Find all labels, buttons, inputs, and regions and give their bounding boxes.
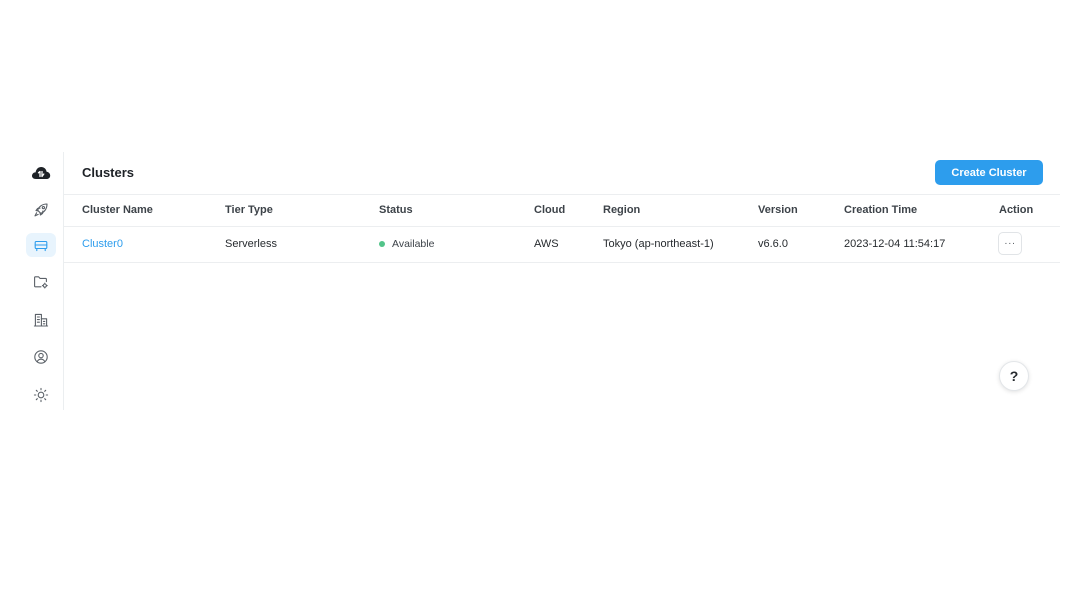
nav-clusters[interactable] [26,233,56,257]
status-cell: Available [379,226,434,262]
divider [64,262,1060,263]
nav-account[interactable] [26,345,56,369]
column-header-cluster-name[interactable]: Cluster Name [82,192,153,228]
column-header-status[interactable]: Status [379,192,413,228]
building-icon [33,313,49,327]
main-content: Clusters Create Cluster Cluster Name Tie… [64,152,1060,410]
nav-getting-started[interactable] [26,198,56,222]
tier-type-cell: Serverless [225,238,277,250]
column-header-action: Action [999,204,1034,216]
nav-projects[interactable] [26,270,56,294]
status-dot-icon [379,241,385,247]
create-cluster-button[interactable]: Create Cluster [935,160,1043,185]
sidebar-nav [20,152,64,410]
page-title: Clusters [82,165,135,180]
user-circle-icon [34,350,48,364]
row-actions-button[interactable]: ··· [998,232,1022,255]
table-header-row: Cluster Name Tier Type Status Cloud Regi… [64,192,1060,228]
nav-organization[interactable] [26,308,56,332]
logo[interactable] [26,161,56,185]
folder-settings-icon [34,276,48,289]
column-header-creation-time[interactable]: Creation Time [844,192,917,228]
cluster-icon [34,240,48,252]
cloud-cell: AWS [534,238,559,250]
table-row: Cluster0 Serverless Available AWS Tokyo … [64,226,1060,262]
column-header-tier-type[interactable]: Tier Type [225,192,273,228]
nav-theme-toggle[interactable] [26,383,56,407]
version-cell: v6.6.0 [758,238,788,250]
cloud-logo-icon [31,167,51,179]
help-button[interactable]: ? [999,361,1029,391]
region-cell: Tokyo (ap-northeast-1) [603,238,714,250]
rocket-icon [34,203,48,217]
column-header-region[interactable]: Region [603,192,640,228]
status-badge: Available [392,238,435,250]
column-header-version[interactable]: Version [758,192,798,228]
creation-time-cell: 2023-12-04 11:54:17 [844,238,946,250]
sun-icon [33,387,49,403]
cluster-name-link[interactable]: Cluster0 [82,226,123,262]
column-header-cloud[interactable]: Cloud [534,192,565,228]
